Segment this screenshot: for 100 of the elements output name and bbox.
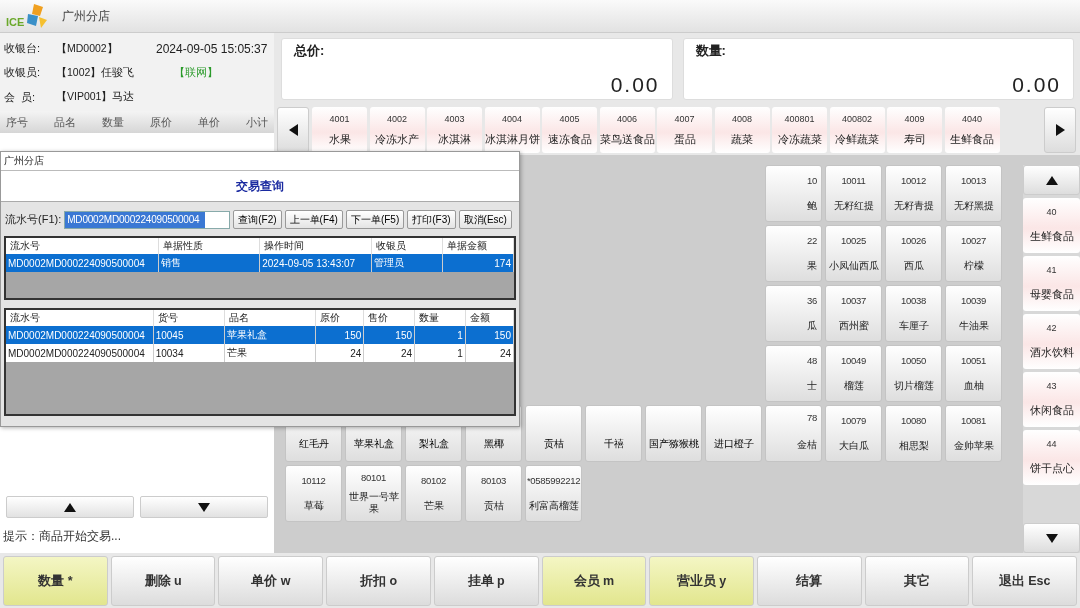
previous-button[interactable]	[277, 107, 309, 153]
product-tile[interactable]: 22 果	[765, 225, 822, 282]
function-key[interactable]: 会员 m	[541, 556, 647, 606]
table-cell[interactable]: 1	[414, 326, 466, 344]
table-cell[interactable]: 150	[315, 326, 364, 344]
scroll-up-button[interactable]	[1023, 165, 1080, 195]
function-key[interactable]: 折扣 o	[326, 556, 431, 606]
product-code: 10037	[841, 295, 866, 306]
table-cell[interactable]: 150	[465, 326, 514, 344]
product-tile[interactable]: 10081 金帅苹果	[945, 405, 1002, 462]
product-tile[interactable]: 10050 切片榴莲	[885, 345, 942, 402]
table-cell[interactable]: 苹果礼盒	[224, 326, 316, 344]
column-header: 数量	[102, 114, 124, 130]
product-tile[interactable]: 10025 小凤仙西瓜	[825, 225, 882, 282]
member-name: 【VIP001】马达	[56, 90, 136, 105]
function-key[interactable]: 营业员 y	[649, 556, 754, 606]
product-tile[interactable]: 千禧	[585, 405, 642, 462]
product-tile[interactable]: 10038 车厘子	[885, 285, 942, 342]
product-code: 10038	[901, 295, 926, 306]
table-cell[interactable]: 174	[442, 254, 514, 272]
dialog-button[interactable]: 打印(F3)	[407, 210, 456, 229]
dialog-button[interactable]: 下一单(F5)	[345, 210, 405, 229]
table-cell[interactable]: MD0002MD000224090500004	[6, 254, 159, 272]
product-name: 金桔	[797, 439, 817, 451]
product-tile[interactable]: 贡桔	[525, 405, 582, 462]
category-tab[interactable]: 400801 冷冻蔬菜	[772, 107, 827, 153]
next-button[interactable]	[1044, 107, 1076, 153]
function-key[interactable]: 数量 *	[3, 556, 108, 606]
product-tile[interactable]: 10011 无籽红提	[825, 165, 882, 222]
category-tab[interactable]: 40 生鲜食品	[1023, 198, 1080, 253]
table-cell[interactable]: 24	[363, 344, 415, 362]
product-tile[interactable]: 10080 相思梨	[885, 405, 942, 462]
dialog-button[interactable]: 取消(Esc)	[458, 210, 512, 229]
category-tab[interactable]: 400802 冷鲜蔬菜	[829, 107, 885, 153]
table-cell[interactable]: 2024-09-05 13:43:07	[259, 254, 372, 272]
product-tile[interactable]: 10027 柠檬	[945, 225, 1002, 282]
table-cell[interactable]: 10034	[153, 344, 225, 362]
product-tile[interactable]: 10112 草莓	[285, 465, 342, 522]
table-cell[interactable]: 24	[465, 344, 514, 362]
function-key[interactable]: 其它	[864, 556, 970, 606]
table-cell[interactable]: 1	[414, 344, 466, 362]
product-tile[interactable]: 78 金桔	[765, 405, 822, 462]
product-tile[interactable]: 10079 大白瓜	[825, 405, 882, 462]
table-cell[interactable]: 10045	[153, 326, 225, 344]
product-name: 利富高榴莲	[528, 500, 579, 512]
product-tile[interactable]: 10 鲍	[765, 165, 822, 222]
column-header: 单据金额	[442, 238, 514, 254]
table-cell[interactable]: 销售	[158, 254, 260, 272]
product-tile[interactable]: 80101 世界一号苹果	[345, 465, 402, 522]
product-code: 10080	[901, 415, 926, 426]
product-tile[interactable]: 10013 无籽黑提	[945, 165, 1002, 222]
dialog-button[interactable]: 查询(F2)	[233, 210, 282, 229]
product-tile[interactable]: 10012 无籽青提	[885, 165, 942, 222]
table-cell[interactable]: 芒果	[224, 344, 316, 362]
category-tab[interactable]: 4007 蛋品	[657, 107, 712, 153]
category-tab[interactable]: 4009 寿司	[887, 107, 942, 153]
function-key[interactable]: 退出 Esc	[972, 556, 1078, 606]
product-tile[interactable]: 10037 西州蜜	[825, 285, 882, 342]
category-tab[interactable]: 43 休闲食品	[1023, 372, 1080, 427]
function-key[interactable]: 单价 w	[218, 556, 324, 606]
product-tile[interactable]: 10039 牛油果	[945, 285, 1002, 342]
product-code: 80101	[361, 472, 386, 483]
category-tab[interactable]: 44 饼干点心	[1023, 430, 1080, 485]
category-tab[interactable]: 4004 冰淇淋月饼	[484, 107, 540, 153]
category-tab[interactable]: 41 母婴食品	[1023, 256, 1080, 311]
product-name: 相思梨	[898, 440, 929, 452]
product-code: 22	[807, 235, 817, 246]
product-tile[interactable]: 10051 血柚	[945, 345, 1002, 402]
product-tile[interactable]: 48 士	[765, 345, 822, 402]
dialog-button[interactable]: 上一单(F4)	[284, 210, 343, 229]
table-cell[interactable]: MD0002MD000224090500004	[6, 344, 154, 362]
product-tile[interactable]: *0585992212 利富高榴莲	[525, 465, 582, 522]
function-key[interactable]: 结算	[756, 556, 862, 606]
product-tile[interactable]: 36 瓜	[765, 285, 822, 342]
product-tile[interactable]: 进口橙子	[705, 405, 762, 462]
scroll-down-button[interactable]	[1023, 523, 1080, 553]
category-tab[interactable]: 4001 水果	[312, 107, 367, 153]
function-key[interactable]: 挂单 p	[433, 556, 539, 606]
product-code: 80102	[421, 475, 446, 486]
product-tile[interactable]: 80102 芒果	[405, 465, 462, 522]
product-name: 榴莲	[843, 380, 864, 392]
table-cell[interactable]: MD0002MD000224090500004	[6, 326, 154, 344]
product-tile[interactable]: 80103 贡桔	[465, 465, 522, 522]
category-tab[interactable]: 4002 冷冻水产	[369, 107, 425, 153]
category-tab[interactable]: 4006 菜鸟送食品	[599, 107, 655, 153]
product-tile[interactable]: 国产猕猴桃	[645, 405, 702, 462]
function-key[interactable]: 删除 u	[110, 556, 216, 606]
product-tile[interactable]: 10026 西瓜	[885, 225, 942, 282]
table-cell[interactable]: 24	[315, 344, 364, 362]
table-cell[interactable]: 管理员	[371, 254, 443, 272]
category-tab[interactable]: 4008 蔬菜	[714, 107, 770, 153]
category-tab[interactable]: 4040 生鲜食品	[944, 107, 1000, 153]
product-code: 78	[807, 412, 817, 423]
table-cell[interactable]: 150	[363, 326, 415, 344]
category-tab[interactable]: 4005 速冻食品	[542, 107, 597, 153]
category-tab[interactable]: 42 酒水饮料	[1023, 314, 1080, 369]
serial-input[interactable]: MD0002MD000224090500004	[64, 210, 231, 229]
product-tile[interactable]: 10049 榴莲	[825, 345, 882, 402]
category-tab[interactable]: 4003 冰淇淋	[427, 107, 482, 153]
product-name: 大白瓜	[838, 440, 869, 452]
